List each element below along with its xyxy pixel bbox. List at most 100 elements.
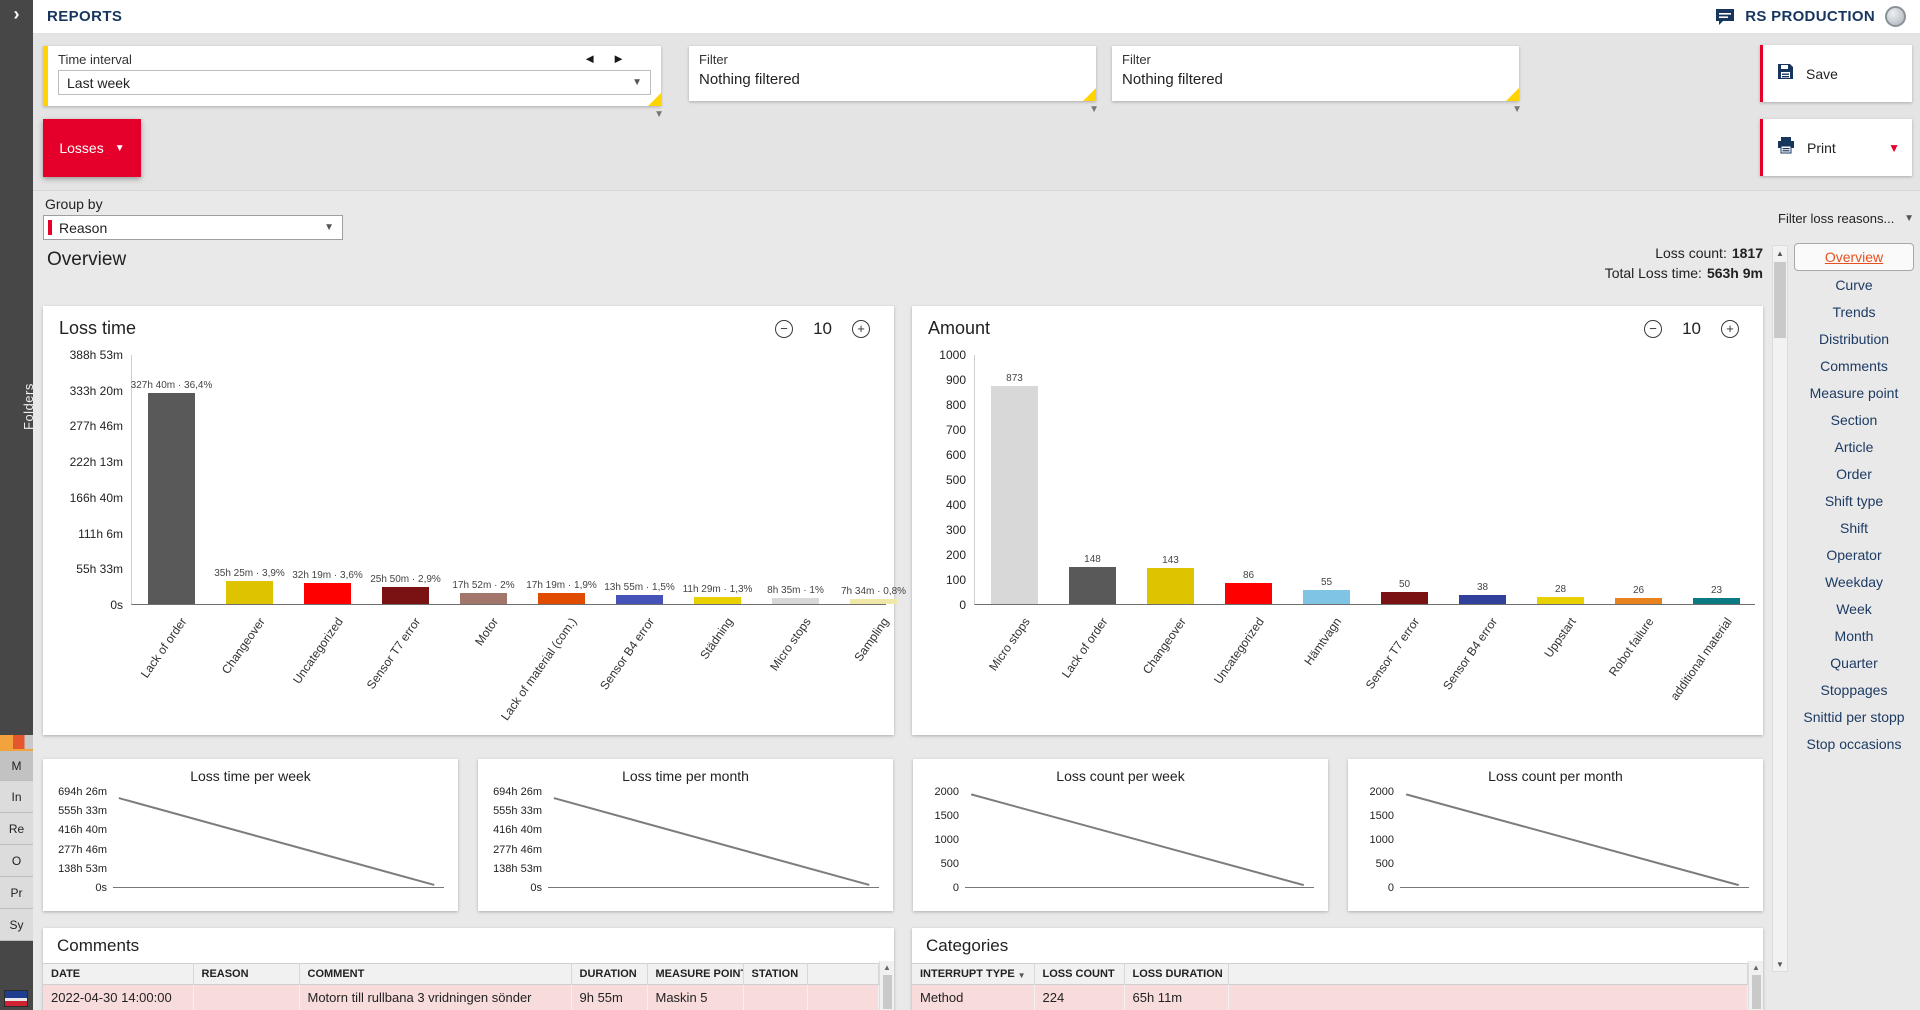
rail-tab-pr[interactable]: Pr [0, 877, 33, 909]
bar-sensor-b4-error[interactable] [616, 595, 663, 604]
bar-value-label: 23 [1711, 585, 1722, 596]
nav-item-snittid-per-stopp[interactable]: Snittid per stopp [1794, 704, 1914, 730]
column-header-interrupt-type[interactable]: INTERRUPT TYPE▼ [912, 964, 1034, 985]
column-header-comment[interactable]: COMMENT [299, 964, 571, 985]
bar-value-label: 13h 55m · 1,5% [604, 582, 675, 593]
zoom-out-button[interactable]: − [775, 320, 793, 338]
nav-item-operator[interactable]: Operator [1794, 542, 1914, 568]
expand-caret-icon[interactable]: ▼ [1512, 104, 1522, 115]
bar-lack-of-order[interactable] [148, 393, 195, 604]
rail-tab-m[interactable]: M [0, 749, 33, 781]
table-scrollbar[interactable]: ▲ [879, 961, 894, 1010]
bar-sensor-b4-error[interactable] [1459, 595, 1506, 605]
zoom-in-button[interactable]: + [852, 320, 870, 338]
time-step-back-icon[interactable]: ◄ [583, 51, 596, 66]
table-row[interactable]: Method22465h 11m [912, 985, 1748, 1010]
zoom-in-button[interactable]: + [1721, 320, 1739, 338]
bar-changeover[interactable] [1147, 568, 1194, 604]
nav-item-week[interactable]: Week [1794, 596, 1914, 622]
x-axis-label: Sensor B4 error [597, 615, 657, 692]
bar-sensor-t7-error[interactable] [1381, 592, 1428, 605]
nav-item-quarter[interactable]: Quarter [1794, 650, 1914, 676]
nav-item-trends[interactable]: Trends [1794, 299, 1914, 325]
bar-micro-stops[interactable] [772, 598, 819, 604]
nav-item-order[interactable]: Order [1794, 461, 1914, 487]
y-axis-tick: 166h 40m [70, 491, 123, 505]
y-axis-tick: 555h 33m [493, 805, 542, 817]
losses-dropdown-button[interactable]: Losses ▼ [43, 119, 141, 177]
language-flag-icon[interactable] [4, 990, 28, 1007]
time-interval-select[interactable]: Last week ▼ [58, 70, 651, 95]
bar-motor[interactable] [460, 593, 507, 604]
print-button[interactable]: Print ▼ [1760, 119, 1912, 176]
bar-value-label: 148 [1084, 554, 1101, 565]
scrollbar-thumb[interactable] [1774, 262, 1786, 338]
chevron-down-icon: ▼ [324, 222, 334, 233]
column-header-loss-count[interactable]: LOSS COUNT [1034, 964, 1124, 985]
nav-item-section[interactable]: Section [1794, 407, 1914, 433]
table-scrollbar[interactable]: ▲ [1748, 961, 1763, 1010]
chat-icon[interactable] [1715, 8, 1735, 26]
filter-card-2[interactable]: Filter Nothing filtered ▼ [1112, 46, 1519, 101]
nav-item-comments[interactable]: Comments [1794, 353, 1914, 379]
bar-value-label: 7h 34m · 0,8% [841, 586, 906, 597]
filter-funnel-icon[interactable]: ▼ [1018, 971, 1026, 980]
nav-item-curve[interactable]: Curve [1794, 272, 1914, 298]
bar-lack-of-material-com[interactable] [538, 593, 585, 604]
rail-tab-sy[interactable]: Sy [0, 909, 33, 941]
column-header-loss-duration[interactable]: LOSS DURATION [1124, 964, 1228, 985]
scroll-down-icon[interactable]: ▼ [1773, 957, 1787, 971]
column-header-station[interactable]: STATION [743, 964, 807, 985]
rail-tab-in[interactable]: In [0, 781, 33, 813]
filter-loss-reasons-label: Filter loss reasons... [1778, 211, 1894, 226]
column-header-duration[interactable]: DURATION [571, 964, 647, 985]
nav-item-distribution[interactable]: Distribution [1794, 326, 1914, 352]
bar-value-label: 38 [1477, 582, 1488, 593]
nav-item-shift[interactable]: Shift [1794, 515, 1914, 541]
bar-lack-of-order[interactable] [1069, 567, 1116, 604]
bar-changeover[interactable] [226, 581, 273, 604]
time-step-forward-icon[interactable]: ► [612, 51, 625, 66]
bar-robot-failure[interactable] [1615, 598, 1662, 605]
group-by-select[interactable]: Reason ▼ [43, 215, 343, 240]
bar-sensor-t7-error[interactable] [382, 587, 429, 604]
rail-tab-re[interactable]: Re [0, 813, 33, 845]
nav-item-article[interactable]: Article [1794, 434, 1914, 460]
column-header-reason[interactable]: REASON [193, 964, 299, 985]
nav-item-stop-occasions[interactable]: Stop occasions [1794, 731, 1914, 757]
nav-item-measure-point[interactable]: Measure point [1794, 380, 1914, 406]
filter-card-1[interactable]: Filter Nothing filtered ▼ [689, 46, 1096, 101]
bar-h-mtvagn[interactable] [1303, 590, 1350, 604]
bar-sampling[interactable] [850, 599, 897, 604]
x-axis-label: Micro stops [986, 615, 1033, 673]
bar-additional-material[interactable] [1693, 598, 1740, 604]
categories-table-card: Categories INTERRUPT TYPE▼LOSS COUNTLOSS… [912, 928, 1763, 1010]
bar-micro-stops[interactable] [991, 386, 1038, 604]
column-header-date[interactable]: DATE [43, 964, 193, 985]
print-dropdown-icon[interactable]: ▼ [1888, 141, 1900, 155]
expand-caret-icon[interactable]: ▼ [1089, 104, 1099, 115]
expand-folders-icon[interactable]: › [0, 0, 33, 25]
nav-item-stoppages[interactable]: Stoppages [1794, 677, 1914, 703]
bar-st-dning[interactable] [694, 597, 741, 604]
x-axis-label: Städning [697, 615, 736, 662]
bar-uncategorized[interactable] [1225, 583, 1272, 605]
nav-item-weekday[interactable]: Weekday [1794, 569, 1914, 595]
zoom-out-button[interactable]: − [1644, 320, 1662, 338]
main-vertical-scrollbar[interactable]: ▲ ▼ [1772, 245, 1788, 972]
column-header-measure-point[interactable]: MEASURE POINT [647, 964, 743, 985]
expand-caret-icon[interactable]: ▼ [654, 109, 664, 120]
filter-loss-reasons-dropdown[interactable]: Filter loss reasons... ▼ [1778, 211, 1914, 226]
rail-tab-o[interactable]: O [0, 845, 33, 877]
bar-uncategorized[interactable] [304, 583, 351, 604]
scroll-up-icon[interactable]: ▲ [1773, 246, 1787, 260]
nav-item-shift-type[interactable]: Shift type [1794, 488, 1914, 514]
save-button[interactable]: Save [1760, 45, 1912, 102]
nav-item-overview[interactable]: Overview [1794, 243, 1914, 271]
line-chart-plot [1400, 792, 1749, 888]
x-axis-label: Hämtvagn [1302, 615, 1345, 668]
table-row[interactable]: 2022-04-30 14:00:00Motorn till rullbana … [43, 985, 879, 1010]
nav-item-month[interactable]: Month [1794, 623, 1914, 649]
y-axis-tick: 0s [95, 882, 107, 894]
bar-uppstart[interactable] [1537, 597, 1584, 604]
